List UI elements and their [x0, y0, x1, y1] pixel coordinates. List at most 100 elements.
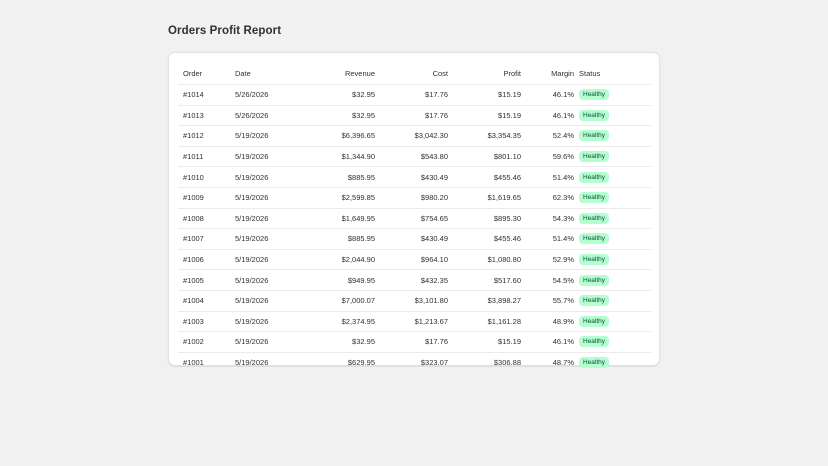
column-header-revenue: Revenue: [287, 63, 375, 85]
status-badge: Healthy: [579, 336, 610, 348]
revenue-cell: $32.95: [287, 84, 375, 106]
revenue-cell: $7,000.07: [287, 290, 375, 312]
status-badge: Healthy: [579, 171, 610, 183]
revenue-cell: $2,374.95: [287, 311, 375, 333]
table-row[interactable]: #1003 5/19/2026 $2,374.95 $1,213.67 $1,161.2…: [178, 311, 651, 333]
status-badge: Healthy: [579, 89, 610, 101]
order-cell: #1005: [178, 269, 235, 291]
order-cell: #1012: [178, 125, 235, 147]
margin-cell: 48.9%: [521, 311, 574, 333]
order-cell: #1001: [183, 358, 204, 368]
date-cell: 5/19/2026: [235, 290, 287, 312]
cost-cell: $1,213.67: [375, 311, 448, 333]
table-row[interactable]: #1010 5/19/2026 $885.95 $430.49 $455.46 51.4%…: [178, 166, 651, 188]
cost-cell: $430.49: [375, 166, 448, 188]
profit-cell: $1,161.28: [448, 311, 521, 333]
margin-cell: 48.7%: [552, 358, 574, 368]
orders-table: Order Date Revenue Cost Profit Margin St…: [178, 63, 651, 372]
status-cell: Healthy: [574, 187, 651, 209]
order-cell: #1004: [178, 290, 235, 312]
table-row[interactable]: #1005 5/19/2026 $949.95 $432.35 $517.60 54.5%…: [178, 269, 651, 291]
revenue-cell: $6,396.65: [287, 125, 375, 147]
table-row[interactable]: #1009 5/19/2026 $2,599.85 $980.20 $1,619.65 6…: [178, 187, 651, 209]
order-cell: #1013: [178, 105, 235, 127]
cost-cell: $754.65: [375, 208, 448, 230]
margin-cell: 54.3%: [521, 208, 574, 230]
date-cell: 5/19/2026: [235, 249, 287, 271]
order-cell: #1010: [178, 166, 235, 188]
profit-cell: $15.19: [448, 105, 521, 127]
cost-cell: $17.76: [375, 84, 448, 106]
revenue-cell: $885.95: [287, 166, 375, 188]
profit-cell: $15.19: [448, 331, 521, 353]
status-cell: Healthy: [574, 146, 651, 168]
status-badge: Healthy: [579, 151, 610, 163]
profit-cell: $801.10: [448, 146, 521, 168]
status-badge: Healthy: [579, 109, 610, 121]
margin-cell: 52.4%: [521, 125, 574, 147]
status-cell: Healthy: [574, 84, 651, 106]
cost-cell: $432.35: [375, 269, 448, 291]
status-cell: Healthy: [574, 352, 651, 372]
profit-cell: $3,898.27: [448, 290, 521, 312]
revenue-cell: $2,599.85: [287, 187, 375, 209]
profit-cell: $1,619.65: [448, 187, 521, 209]
status-badge: Healthy: [579, 254, 610, 266]
table-row[interactable]: #1007 5/19/2026 $885.95 $430.49 $455.46 51.4%…: [178, 228, 651, 250]
profit-cell: $15.19: [448, 84, 521, 106]
status-cell: Healthy: [574, 290, 651, 312]
profit-cell: $306.88: [493, 358, 521, 368]
column-header-date: Date: [235, 63, 287, 85]
date-cell: 5/26/2026: [235, 84, 287, 106]
order-cell: #1014: [178, 84, 235, 106]
table-row[interactable]: #1008 5/19/2026 $1,649.95 $754.65 $895.30 54.…: [178, 208, 651, 230]
table-header-row: Order Date Revenue Cost Profit Margin St…: [178, 63, 651, 85]
report-card: Order Date Revenue Cost Profit Margin St…: [168, 52, 660, 369]
cost-cell: $3,042.30: [375, 125, 448, 147]
profit-cell: $3,354.35: [448, 125, 521, 147]
status-badge: Healthy: [579, 357, 610, 369]
revenue-cell: $2,044.90: [287, 249, 375, 271]
order-cell: #1006: [178, 249, 235, 271]
revenue-cell: $629.95: [347, 358, 375, 368]
date-cell: 5/19/2026: [235, 311, 287, 333]
cost-cell: $17.76: [375, 105, 448, 127]
date-cell: 5/19/2026: [235, 125, 287, 147]
table-row[interactable]: #1011 5/19/2026 $1,344.90 $543.80 $801.10 59.…: [178, 146, 651, 168]
cost-cell: $543.80: [375, 146, 448, 168]
status-cell: Healthy: [574, 208, 651, 230]
status-cell: Healthy: [574, 269, 651, 291]
status-badge: Healthy: [579, 212, 610, 224]
table-row[interactable]: #1014 5/26/2026 $32.95 $17.76 $15.19 46.1% Hea…: [178, 84, 651, 106]
column-header-order: Order: [178, 63, 235, 85]
profit-cell: $1,080.80: [448, 249, 521, 271]
table-row[interactable]: #1013 5/26/2026 $32.95 $17.76 $15.19 46.1% Hea…: [178, 105, 651, 127]
margin-cell: 54.5%: [521, 269, 574, 291]
status-badge: Healthy: [579, 192, 610, 204]
order-cell: #1011: [178, 146, 235, 168]
margin-cell: 52.9%: [521, 249, 574, 271]
revenue-cell: $32.95: [287, 331, 375, 353]
date-cell: 5/19/2026: [235, 187, 287, 209]
status-cell: Healthy: [574, 249, 651, 271]
status-cell: Healthy: [574, 125, 651, 147]
status-cell: Healthy: [574, 166, 651, 188]
status-badge: Healthy: [579, 295, 610, 307]
column-header-cost: Cost: [375, 63, 448, 85]
table-body: #1014 5/26/2026 $32.95 $17.76 $15.19 46.1% Hea…: [178, 84, 651, 373]
revenue-cell: $1,344.90: [287, 146, 375, 168]
page: Orders Profit Report Order Date Revenue …: [0, 0, 828, 466]
status-cell: Healthy: [574, 311, 651, 333]
margin-cell: 46.1%: [521, 84, 574, 106]
table-row[interactable]: #1012 5/19/2026 $6,396.65 $3,042.30 $3,354.3…: [178, 125, 651, 147]
margin-cell: 46.1%: [521, 105, 574, 127]
revenue-cell: $885.95: [287, 228, 375, 250]
table-row[interactable]: #1002 5/19/2026 $32.95 $17.76 $15.19 46.1% Hea…: [178, 331, 651, 353]
table-row[interactable]: #1004 5/19/2026 $7,000.07 $3,101.80 $3,898.2…: [178, 290, 651, 312]
revenue-cell: $32.95: [287, 105, 375, 127]
margin-cell: 55.7%: [521, 290, 574, 312]
margin-cell: 46.1%: [521, 331, 574, 353]
profit-cell: $517.60: [448, 269, 521, 291]
table-row[interactable]: #1006 5/19/2026 $2,044.90 $964.10 $1,080.80 5…: [178, 249, 651, 271]
table-row[interactable]: #1001 5/19/2026 $629.95 $323.07 $306.88 48.7%…: [178, 352, 651, 372]
